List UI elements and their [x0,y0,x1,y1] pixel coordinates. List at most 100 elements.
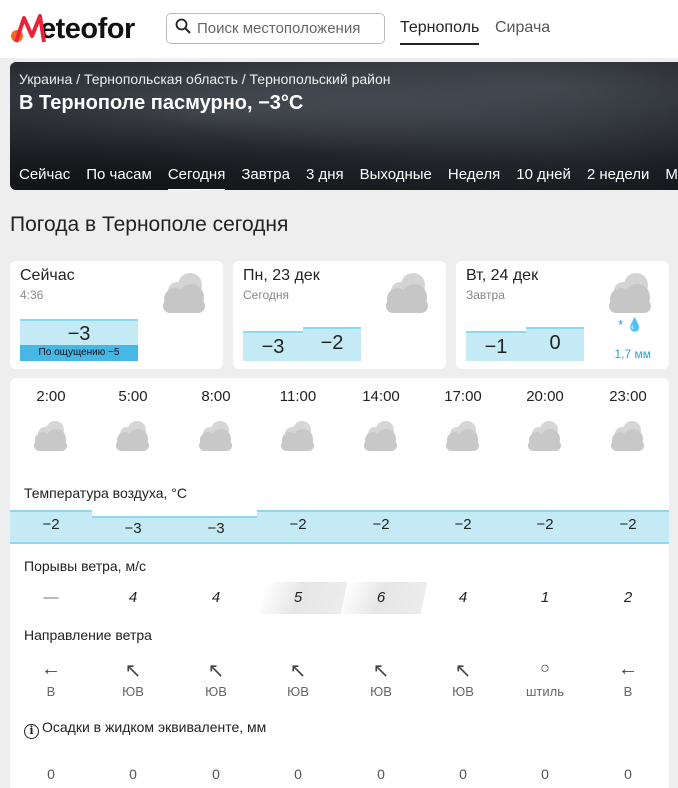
temp-value: −2 [536,516,554,533]
hour-time: 14:00 [362,388,400,405]
card-title: Пн, 23 дек [243,267,320,284]
current-weather-title: В Тернополе пасмурно, −3°C [19,92,304,114]
cloud-icon [376,269,436,326]
card-now[interactable]: Сейчас 4:36 −3 По ощущению −5 [10,261,223,369]
hour-time: 17:00 [444,388,482,405]
wind-dir-label: ЮВ [205,684,227,699]
logo-mark-icon [10,12,46,46]
precip-row-label: i Осадки в жидком эквиваленте, мм [24,719,266,739]
precip-value: 0 [377,766,385,782]
temp-value: −2 [372,516,390,533]
card-subtitle: Завтра [466,288,505,302]
nav-10days[interactable]: 10 дней [516,166,571,190]
temp-min: −3 [243,331,303,361]
card-title: Вт, 24 дек [466,267,539,284]
gust-value: 4 [128,589,138,606]
temp-row-label: Температура воздуха, °C [24,485,187,501]
card-subtitle: Сегодня [243,288,289,302]
wind-dir-label: штиль [525,684,564,699]
nav-hourly[interactable]: По часам [86,166,152,190]
temp-max: −2 [303,327,361,361]
precip-value: 0 [624,766,632,782]
hour-time: 2:00 [36,388,66,405]
card-today[interactable]: Пн, 23 дек Сегодня −3 −2 [233,261,446,369]
card-time: 4:36 [20,288,44,302]
nav-2weeks[interactable]: 2 недели [587,166,650,190]
hour-time: 8:00 [201,388,231,405]
feels-like: По ощущению −5 [20,345,138,361]
arrow-up-left-icon: ↖ [289,660,307,682]
info-icon[interactable]: i [24,724,39,739]
arrow-up-left-icon: ↖ [454,660,472,682]
hour-time: 5:00 [118,388,148,405]
cloud-icon [192,418,238,459]
temp-max: 0 [526,327,584,361]
gust-value: 2 [623,589,633,606]
nav-weekend[interactable]: Выходные [360,166,432,190]
wind-dir-label: ЮВ [370,684,392,699]
cloud-icon [153,269,213,326]
temp-value: −2 [454,516,472,533]
city-tab-ternopil[interactable]: Тернополь [400,19,480,45]
precip-amount: 1,7 мм [614,347,651,361]
gust-row-label: Порывы ветра, м/с [24,558,146,574]
nav-3days[interactable]: 3 дня [306,166,344,190]
search-input[interactable] [197,20,377,37]
cloud-icon [274,418,320,459]
gust-value: 4 [458,589,468,606]
temp-value: −2 [42,516,60,533]
cloud-icon [439,418,485,459]
card-tomorrow[interactable]: Вт, 24 дек Завтра * 💧 −1 0 1,7 мм [456,261,669,369]
wind-dir-label: ЮВ [287,684,309,699]
gust-value: 5 [293,589,303,606]
wind-dir-label: ЮВ [122,684,144,699]
arrow-left-icon: ← [41,658,61,680]
nav-now[interactable]: Сейчас [19,166,70,190]
gust-value: 6 [376,589,386,606]
top-bar: eteofor Тернополь Сирача [0,0,678,58]
gust-value: 4 [211,589,221,606]
nav-today[interactable]: Сегодня [167,166,226,190]
precip-value: 0 [47,766,55,782]
wind-dir-label: В [46,684,56,699]
card-title: Сейчас [20,267,75,284]
arrow-up-left-icon: ↖ [124,660,142,682]
search-box[interactable] [166,13,385,44]
nav-month[interactable]: М [665,166,678,190]
city-tab-siracha[interactable]: Сирача [495,19,550,37]
snow-rain-icon: * 💧 [618,317,643,332]
arrow-up-left-icon: ↖ [372,660,390,682]
nav-week[interactable]: Неделя [448,166,500,190]
page-title: Погода в Тернополе сегодня [10,213,289,236]
cloud-icon [109,418,155,459]
forecast-nav: Сейчас По часам Сегодня Завтра 3 дня Вых… [19,166,678,190]
temp-min: −1 [466,331,526,361]
nav-tomorrow[interactable]: Завтра [241,166,290,190]
hero-banner: Украина / Тернопольская область / Терноп… [10,62,678,190]
cloud-icon [357,418,403,459]
calm-circle-icon: ○ [540,660,550,677]
precip-value: 0 [541,766,549,782]
temp-value: −2 [619,516,637,533]
arrow-left-icon: ← [618,658,638,680]
arrow-up-left-icon: ↖ [207,660,225,682]
cloud-icon [521,418,567,459]
wind-dir-label: В [623,684,633,699]
wind-dir-row-label: Направление ветра [24,627,152,643]
breadcrumb[interactable]: Украина / Тернопольская область / Терноп… [19,71,391,87]
precip-value: 0 [129,766,137,782]
gust-value: — [43,589,59,606]
precip-value: 0 [294,766,302,782]
hour-time: 11:00 [279,388,317,405]
logo[interactable]: eteofor [10,12,135,46]
hour-time: 20:00 [526,388,564,405]
cloud-icon [604,418,650,459]
temp-value: −3 [207,520,225,537]
precip-value: 0 [212,766,220,782]
precip-value: 0 [459,766,467,782]
temp-value: −2 [289,516,307,533]
temp-value: −3 [124,520,142,537]
cloud-icon [27,418,73,459]
logo-text: eteofor [40,12,135,45]
hourly-table: 2:00 5:00 8:00 11:00 14:00 17:00 20:00 2… [10,378,669,788]
